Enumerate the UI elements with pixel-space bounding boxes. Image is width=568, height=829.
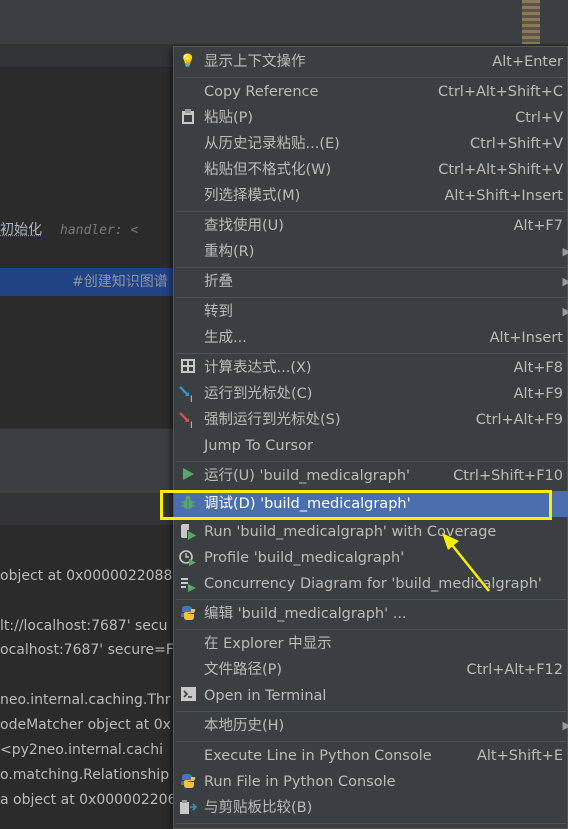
annotation-arrow [442, 533, 490, 592]
